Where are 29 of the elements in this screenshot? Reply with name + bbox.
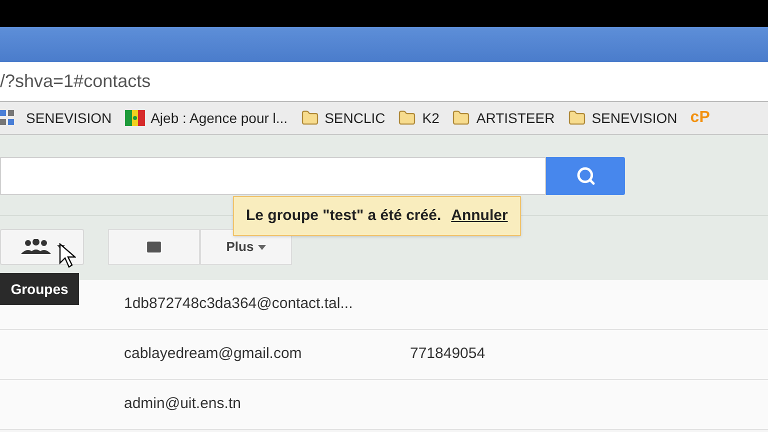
folder-icon	[568, 109, 586, 127]
address-bar[interactable]: /?shva=1#contacts	[0, 62, 768, 102]
bookmark[interactable]: Ajeb : Agence pour l...	[124, 108, 288, 128]
bookmark[interactable]: SENCLIC	[300, 108, 386, 128]
bookmark[interactable]: ARTISTEER	[452, 108, 555, 128]
bookmark[interactable]: SENEVISION	[568, 108, 678, 128]
groups-button[interactable]	[0, 229, 84, 265]
contact-email: admin@uit.ens.tn	[124, 394, 242, 414]
url-text: /?shva=1#contacts	[0, 70, 151, 93]
contact-email: cablayedream@gmail.com	[124, 344, 303, 364]
contact-email: 1db872748c3da364@contact.tal...	[124, 294, 354, 314]
flag-icon	[124, 110, 145, 126]
folder-icon	[398, 109, 416, 127]
undo-link[interactable]: Annuler	[451, 204, 508, 228]
search-field[interactable]	[0, 157, 546, 195]
search-button[interactable]	[546, 157, 625, 195]
caret-icon	[258, 244, 266, 250]
toast-message: Le groupe "test" a été créé.	[246, 206, 442, 226]
cursor-icon	[59, 243, 76, 268]
bookmark[interactable]: SENEVISION	[0, 108, 112, 128]
bookmark[interactable]: K2	[398, 108, 440, 128]
contact-phone: 771849054	[410, 344, 486, 364]
mail-icon	[145, 238, 163, 256]
tooltip: Groupes	[0, 273, 79, 305]
search-icon	[576, 166, 596, 186]
folder-icon	[452, 109, 470, 127]
people-icon	[19, 239, 53, 255]
mail-button[interactable]	[108, 229, 200, 265]
folder-icon	[300, 109, 319, 127]
